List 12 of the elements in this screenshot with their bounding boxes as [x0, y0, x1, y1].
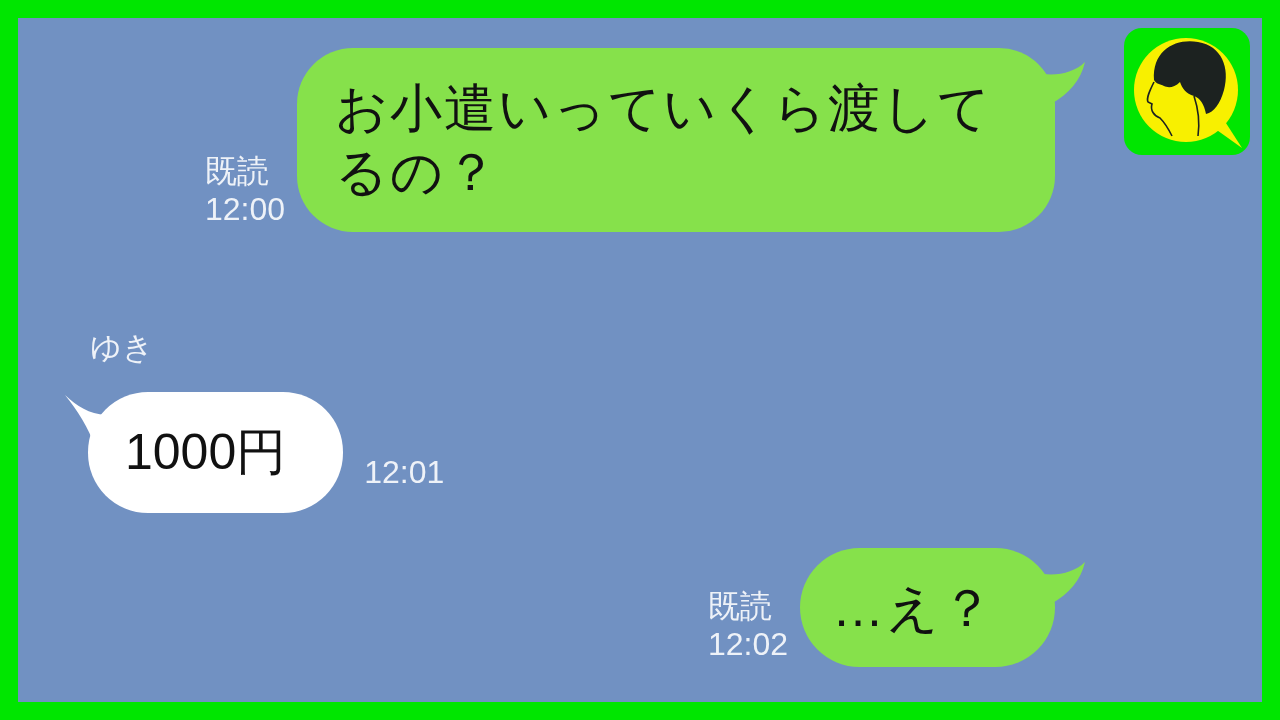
message-time: 12:00	[204, 190, 285, 228]
message-bubble: 1000円	[88, 392, 344, 513]
message-time: 12:02	[707, 625, 788, 663]
message-bubble: …え？	[800, 548, 1055, 667]
sender-name: ゆき	[90, 329, 154, 367]
read-receipt-label: 既読	[204, 152, 269, 190]
silhouette-bubble-icon	[1124, 28, 1250, 155]
message-time: 12:01	[364, 453, 445, 491]
bubble-tail-icon	[1043, 562, 1085, 604]
bubble-tail-icon	[1043, 62, 1085, 104]
message-bubble: お小遣いっていくら渡してるの？	[297, 48, 1055, 232]
read-receipt-label: 既読	[707, 587, 772, 625]
